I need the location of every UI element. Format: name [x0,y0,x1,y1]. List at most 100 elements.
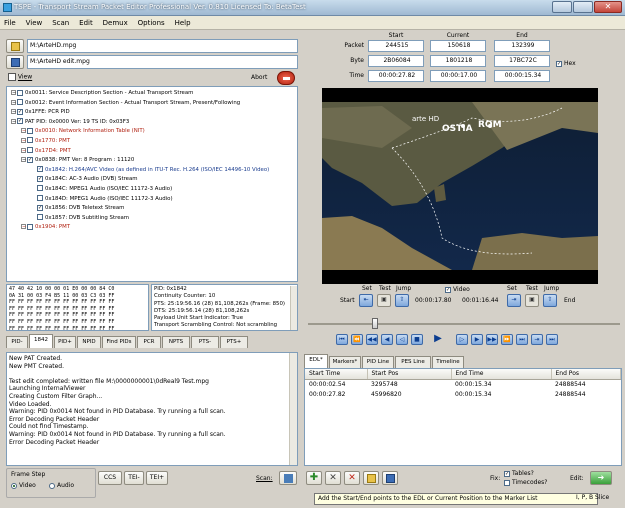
tables-checkbox[interactable]: ✓ Tables? [504,470,534,477]
col-end-time[interactable]: End Time [451,369,552,380]
skip-end-button[interactable]: ⏭ [516,334,528,345]
byte-start-field[interactable]: 2B06084 [368,55,424,67]
step-forward-button[interactable]: ▶ [471,334,483,345]
set-end-button[interactable]: ⇥ [507,294,521,307]
tab-edl[interactable]: EDL* [304,354,328,368]
tree-item[interactable]: 0x184D: MPEG1 Audio (ISO/IEC 11172-3 Aud… [7,195,297,205]
tree-checkbox[interactable]: ✓ [37,175,43,182]
timeline-slider[interactable] [308,318,620,329]
tree-item[interactable]: − 0x1770: PMT [7,137,297,147]
stop-button[interactable]: ■ [411,334,423,345]
col-end-pos[interactable]: End Pos [551,369,621,380]
tab-pcr[interactable]: PCR [137,336,161,348]
tree-checkbox[interactable] [27,147,33,154]
time-current-field[interactable]: 00:00:17.00 [430,70,486,82]
tree-checkbox[interactable] [17,99,23,106]
tree-item[interactable]: ✓ 0x184C: AC-3 Audio (DVB) Stream [7,175,297,185]
jump-end-button[interactable]: ⇧ [543,294,557,307]
expand-icon[interactable]: − [21,224,26,230]
tree-checkbox[interactable]: ✓ [17,108,23,115]
tab-pts-plus[interactable]: PTS+ [220,336,248,348]
tree-checkbox[interactable] [37,185,43,192]
expand-icon[interactable]: − [21,157,26,163]
info-scrollbar[interactable] [290,286,297,330]
add-button[interactable]: ✚ [306,471,322,485]
tree-item[interactable]: ✓ 0x1842: H.264/AVC Video (as defined in … [7,166,297,176]
step-forward-more-button[interactable]: ▶▶ [486,334,498,345]
tree-item[interactable]: − 0x17D4: PMT [7,147,297,157]
scan-button[interactable] [279,471,297,485]
timecodes-checkbox[interactable]: Timecodes? [504,479,547,486]
tab-markers[interactable]: Markers* [329,356,361,368]
packet-info-view[interactable]: PID: 0x1842 Continuity Counter: 10 PTS: 25… [151,284,298,331]
tree-item[interactable]: − ✓ PAT PID: 0x0000 Ver: 19 TS ID: 0x03F3 [7,118,297,128]
abort-button[interactable] [277,71,295,85]
tree-checkbox[interactable] [37,195,43,202]
tree-item[interactable]: − 0x0011: Service Description Section - A… [7,89,297,99]
load-edl-button[interactable] [363,471,379,485]
save-edl-button[interactable] [382,471,398,485]
test-start-button[interactable]: ▣ [377,294,391,307]
play-button[interactable]: ▶ [432,334,444,345]
menu-scan[interactable]: Scan [48,16,73,27]
col-start-time[interactable]: Start Time [305,369,368,380]
byte-end-field[interactable]: 17BC72C [494,55,550,67]
packet-end-field[interactable]: 132399 [494,40,550,52]
frame-back-button[interactable]: ◁ [396,334,408,345]
tree-item[interactable]: ✓ 0x1856: DVB Teletext Stream [7,204,297,214]
log-panel[interactable]: New PAT Created. New PMT Created. Test edi… [6,352,298,466]
set-start-button[interactable]: ⇤ [359,294,373,307]
test-end-button[interactable]: ▣ [525,294,539,307]
close-button[interactable]: ✕ [594,1,622,13]
tab-pid-plus[interactable]: PID+ [54,336,76,348]
tab-pid-line[interactable]: PID Line [362,356,394,368]
menu-edit[interactable]: Edit [75,16,97,27]
step-back-more-button[interactable]: ◀◀ [366,334,378,345]
menu-help[interactable]: Help [171,16,195,27]
tree-checkbox[interactable] [27,223,33,230]
video-frame[interactable]: arte HD OSTIA ROM [322,88,598,284]
tab-npts[interactable]: NPTS [162,336,190,348]
tab-npid[interactable]: NPID [77,336,101,348]
save-file-button[interactable] [6,55,24,69]
output-file-field[interactable]: M:\ArteHD edit.mpg [27,55,298,69]
menu-file[interactable]: File [0,16,20,27]
minimize-button[interactable] [552,1,572,13]
tree-checkbox[interactable]: ✓ [17,118,23,125]
expand-icon[interactable]: − [21,128,26,134]
tree-checkbox[interactable]: ✓ [37,204,43,211]
tree-checkbox[interactable]: ✓ [27,156,33,163]
pid-tree[interactable]: − 0x0011: Service Description Section - A… [6,86,298,282]
tab-find-pids[interactable]: Find PIDs [102,336,136,348]
tree-checkbox[interactable] [27,127,33,134]
tree-checkbox[interactable]: ✓ [37,166,43,173]
byte-current-field[interactable]: 1801218 [430,55,486,67]
tab-pid-minus[interactable]: PID- [6,336,28,348]
log-scrollbar[interactable] [289,353,297,465]
tree-item[interactable]: − ✓ 0x0838: PMT Ver: 8 Program : 11120 [7,156,297,166]
rewind-fast-button[interactable]: ⏮ [336,334,348,345]
tree-item[interactable]: 0x1857: DVB Subtitling Stream [7,214,297,224]
menu-demux[interactable]: Demux [99,16,132,27]
slider-thumb[interactable] [372,318,378,329]
table-row[interactable]: 00:00:27.82 45996820 00:00:15.34 2488854… [305,389,621,399]
ccs-button[interactable]: CCS [98,471,122,485]
delete-button[interactable]: ✕ [325,471,341,485]
open-file-button[interactable] [6,39,24,53]
expand-icon[interactable]: − [11,118,16,124]
remove-all-button[interactable]: ✕ [344,471,360,485]
tree-checkbox[interactable] [17,89,23,96]
hex-view[interactable]: 47 40 42 10 00 00 01 E0 00 00 84 C0 0A 31… [6,284,149,331]
tab-pes-line[interactable]: PES Line [395,356,431,368]
expand-icon[interactable]: − [11,90,16,96]
skip-last-button[interactable]: ⏭ [546,334,558,345]
expand-icon[interactable]: − [11,99,16,105]
view-toggle[interactable]: View [8,73,58,83]
tree-item[interactable]: − 0x0012: Event Information Section - Act… [7,99,297,109]
tei-plus-button[interactable]: TEI+ [146,471,168,485]
input-file-field[interactable]: M:\ArteHD.mpg [27,39,298,53]
table-row[interactable]: 00:00:02.54 3295748 00:00:15.34 24888544 [305,379,621,389]
time-start-field[interactable]: 00:00:27.82 [368,70,424,82]
edl-table[interactable]: Start Time Start Pos End Time End Pos 00… [304,368,622,466]
tab-pid-current[interactable]: 1842 [29,334,53,348]
